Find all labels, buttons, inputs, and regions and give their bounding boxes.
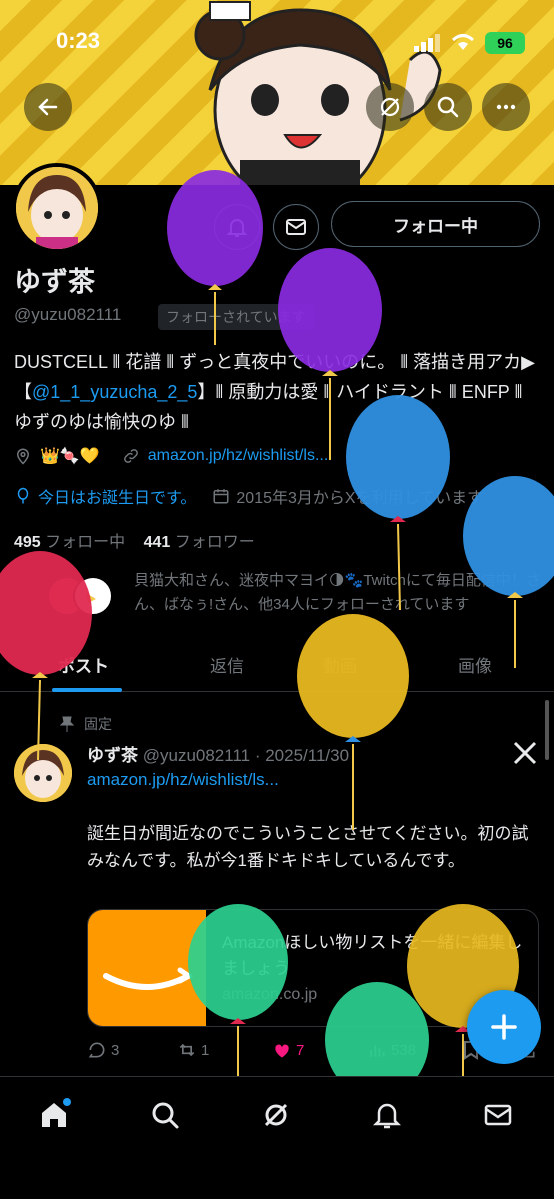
home-icon [42,1098,71,1127]
search-icon [152,1102,179,1129]
messages-icon [484,1104,512,1126]
balloon-gold-1 [297,614,409,830]
nav-grok[interactable] [256,1095,296,1135]
notifications-icon [372,1103,402,1129]
grok-icon [264,1103,288,1127]
compose-post-button[interactable] [467,990,541,1064]
balloon-blue-2 [463,476,554,668]
balloon-purple-1 [167,170,263,345]
nav-home[interactable] [34,1095,74,1135]
nav-messages[interactable] [478,1095,518,1135]
nav-search[interactable] [145,1095,185,1135]
balloon-red [0,551,92,761]
balloon-blue-1 [346,395,450,611]
nav-notifications[interactable] [367,1095,407,1135]
plus-icon [491,1014,517,1040]
balloon-green-1 [188,904,288,1076]
bottom-navigation [0,1076,554,1199]
